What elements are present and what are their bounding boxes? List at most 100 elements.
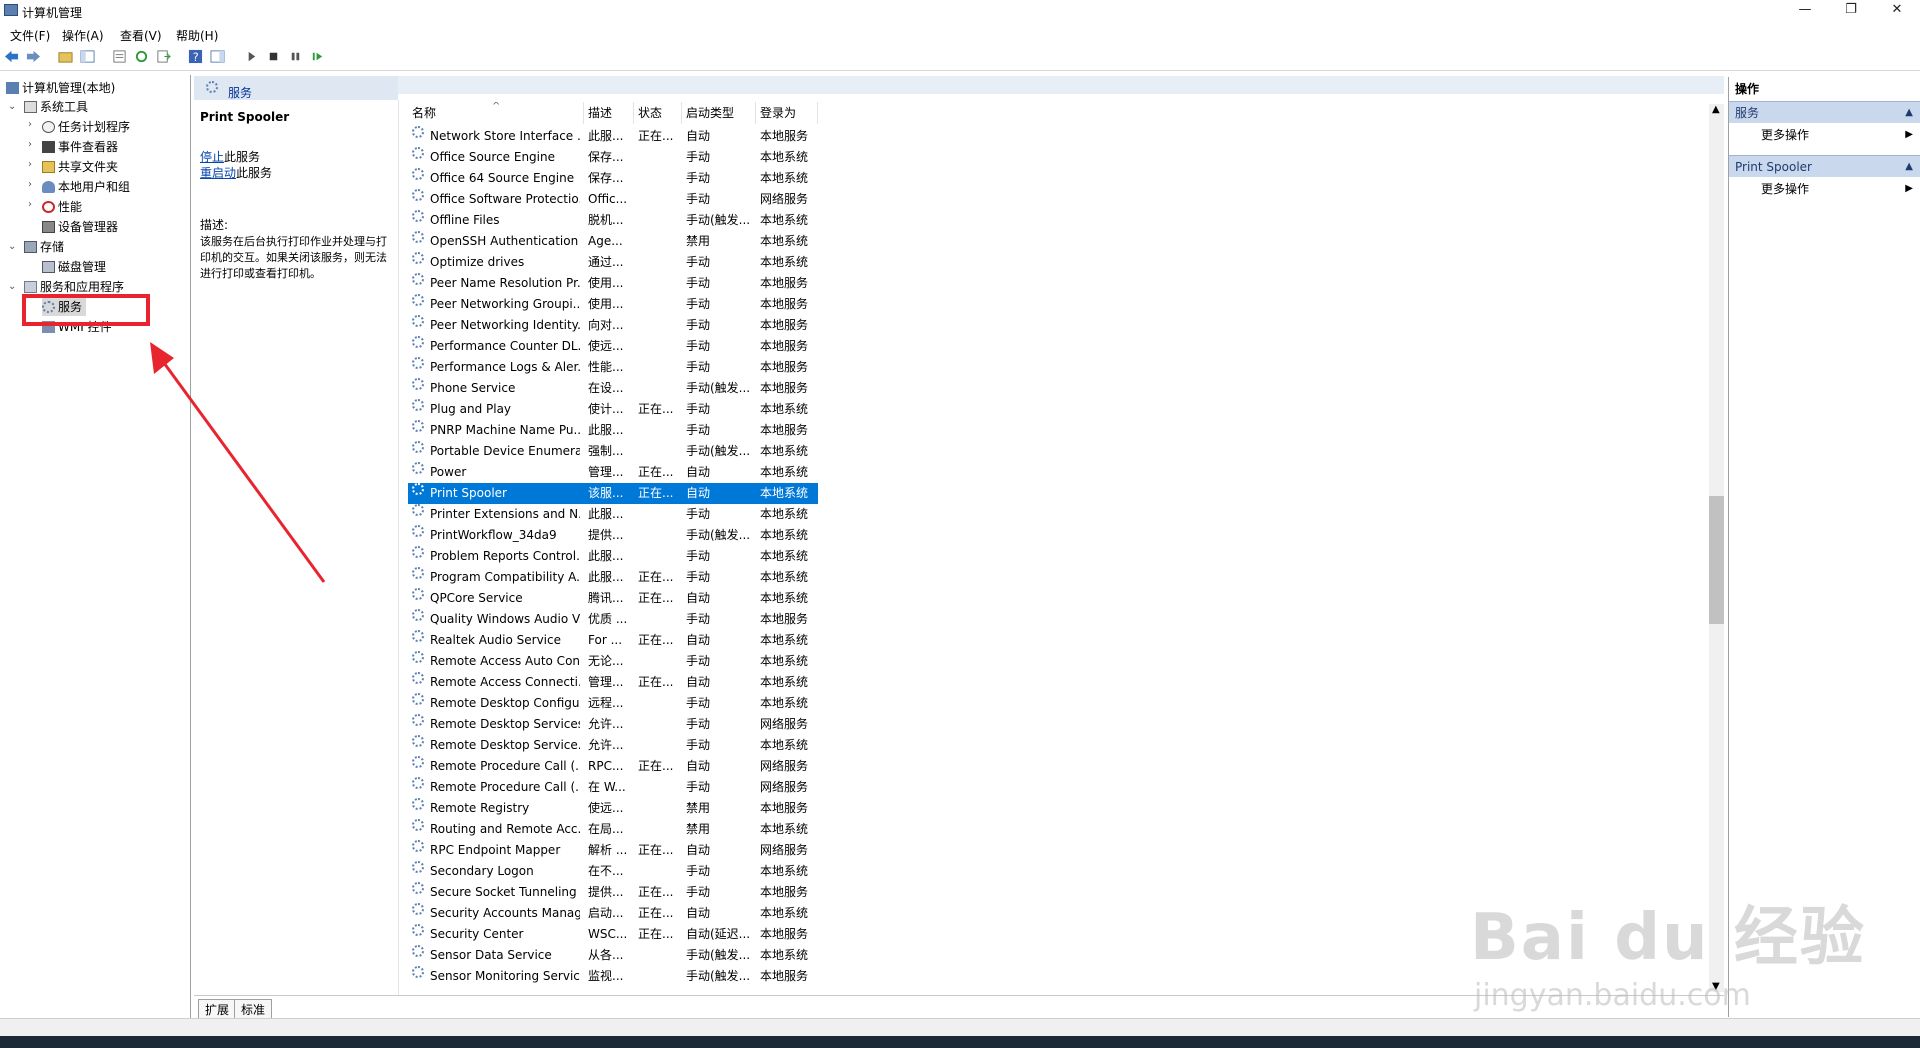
action-more-actions-print-spooler[interactable]: 更多操作 ▶ bbox=[1761, 179, 1913, 199]
close-button[interactable]: ✕ bbox=[1874, 0, 1920, 22]
up-folder-icon[interactable] bbox=[58, 49, 73, 64]
menu-help[interactable]: 帮助(H) bbox=[176, 27, 218, 44]
table-row[interactable]: Routing and Remote Acc... 在局... 禁用 本地系统 bbox=[408, 819, 818, 840]
stop-service-link[interactable]: 停止 bbox=[200, 150, 224, 164]
table-row[interactable]: OpenSSH Authentication ... Age... 禁用 本地系统 bbox=[408, 231, 818, 252]
actions-section-services[interactable]: 服务 ▲ bbox=[1729, 101, 1920, 123]
table-row[interactable]: Printer Extensions and N... 此服... 手动 本地系统 bbox=[408, 504, 818, 525]
expand-chevron-icon[interactable]: › bbox=[28, 159, 32, 170]
column-header-name[interactable]: 名称 ^ bbox=[408, 102, 584, 124]
expand-chevron-icon[interactable]: › bbox=[28, 179, 32, 190]
table-row[interactable]: Remote Desktop Configu... 远程... 手动 本地系统 bbox=[408, 693, 818, 714]
tree-item-shared-folders[interactable]: 共享文件夹 bbox=[42, 158, 118, 176]
tree-item-label: 本地用户和组 bbox=[58, 180, 131, 194]
menu-view[interactable]: 查看(V) bbox=[120, 27, 162, 44]
table-row[interactable]: Performance Logs & Aler... 性能... 手动 本地服务 bbox=[408, 357, 818, 378]
table-row[interactable]: Sensor Data Service 从各... 手动(触发... 本地系统 bbox=[408, 945, 818, 966]
back-arrow-icon[interactable] bbox=[4, 49, 19, 64]
table-row[interactable]: Sensor Monitoring Service 监视... 手动(触发... 本地… bbox=[408, 966, 818, 987]
expand-chevron-icon[interactable]: › bbox=[28, 139, 32, 150]
expand-chevron-icon[interactable]: › bbox=[28, 119, 32, 130]
column-header-log-on-as[interactable]: 登录为 bbox=[756, 102, 818, 124]
action-more-actions-services[interactable]: 更多操作 ▶ bbox=[1761, 125, 1913, 145]
collapse-chevron-icon[interactable]: ⌄ bbox=[8, 241, 16, 252]
table-row[interactable]: RPC Endpoint Mapper 解析 ... 正在... 自动 网络服务 bbox=[408, 840, 818, 861]
column-header-description[interactable]: 描述 bbox=[584, 102, 634, 124]
table-row[interactable]: Security Accounts Manag... 启动... 正在... 自动 本地… bbox=[408, 903, 818, 924]
table-row[interactable]: Remote Procedure Call (... RPC... 正在... 自动 网… bbox=[408, 756, 818, 777]
table-row[interactable]: Peer Name Resolution Pr... 使用... 手动 本地服务 bbox=[408, 273, 818, 294]
table-row[interactable]: Remote Registry 使远... 禁用 本地服务 bbox=[408, 798, 818, 819]
table-row[interactable]: Realtek Audio Service For ... 正在... 自动 本地系统 bbox=[408, 630, 818, 651]
maximize-button[interactable]: ❐ bbox=[1828, 0, 1874, 22]
table-cell: Remote Procedure Call (... bbox=[430, 780, 580, 794]
menu-file[interactable]: 文件(F) bbox=[10, 27, 50, 44]
pause-service-icon[interactable] bbox=[288, 49, 303, 64]
show-hide-tree-icon[interactable] bbox=[80, 49, 95, 64]
table-row[interactable]: Remote Access Auto Con... 无论... 手动 本地系统 bbox=[408, 651, 818, 672]
tree-item-task-scheduler[interactable]: 任务计划程序 bbox=[42, 118, 130, 136]
forward-arrow-icon[interactable] bbox=[26, 49, 41, 64]
column-header-startup-type[interactable]: 启动类型 bbox=[682, 102, 756, 124]
table-row[interactable]: Peer Networking Identity... 向对... 手动 本地服务 bbox=[408, 315, 818, 336]
start-service-icon[interactable] bbox=[244, 49, 259, 64]
table-row[interactable]: Quality Windows Audio V... 优质 ... 手动 本地服务 bbox=[408, 609, 818, 630]
scroll-up-icon[interactable]: ▲ bbox=[1712, 104, 1720, 115]
tree-item-disk-management[interactable]: 磁盘管理 bbox=[42, 258, 106, 276]
properties-icon[interactable] bbox=[112, 49, 127, 64]
table-row[interactable]: Power 管理... 正在... 自动 本地系统 bbox=[408, 462, 818, 483]
tree-item-event-viewer[interactable]: 事件查看器 bbox=[42, 138, 118, 156]
expand-chevron-icon[interactable]: › bbox=[28, 199, 32, 210]
table-row[interactable]: Phone Service 在设... 手动(触发... 本地服务 bbox=[408, 378, 818, 399]
table-row[interactable]: Security Center WSC... 正在... 自动(延迟... 本地服务 bbox=[408, 924, 818, 945]
table-row[interactable]: Program Compatibility A... 此服... 正在... 手动 本地… bbox=[408, 567, 818, 588]
minimize-button[interactable]: — bbox=[1782, 0, 1828, 22]
table-row[interactable]: Offline Files 脱机... 手动(触发... 本地系统 bbox=[408, 210, 818, 231]
restart-service-link[interactable]: 重启动 bbox=[200, 166, 236, 180]
tree-item-local-users-groups[interactable]: 本地用户和组 bbox=[42, 178, 130, 196]
table-row[interactable]: Optimize drives 通过... 手动 本地系统 bbox=[408, 252, 818, 273]
table-row[interactable]: QPCore Service 腾讯... 正在... 自动 本地系统 bbox=[408, 588, 818, 609]
table-row[interactable]: Secure Socket Tunneling ... 提供... 正在... 手动 本… bbox=[408, 882, 818, 903]
table-row[interactable]: Performance Counter DL... 使远... 手动 本地服务 bbox=[408, 336, 818, 357]
export-icon[interactable] bbox=[156, 49, 171, 64]
tree-item-device-manager[interactable]: 设备管理器 bbox=[42, 218, 118, 236]
show-hide-action-pane-icon[interactable] bbox=[210, 49, 225, 64]
table-row[interactable]: Secondary Logon 在不... 手动 本地系统 bbox=[408, 861, 818, 882]
help-icon[interactable]: ? bbox=[188, 49, 203, 64]
tree-item-system-tools[interactable]: 系统工具 bbox=[24, 98, 88, 116]
table-row[interactable]: PrintWorkflow_34da9 提供... 手动(触发... 本地系统 bbox=[408, 525, 818, 546]
actions-section-print-spooler[interactable]: Print Spooler ▲ bbox=[1729, 155, 1920, 177]
table-row[interactable]: Remote Desktop Services 允许... 手动 网络服务 bbox=[408, 714, 818, 735]
table-cell: 手动 bbox=[686, 738, 711, 752]
table-row[interactable]: Remote Procedure Call (... 在 W... 手动 网络服务 bbox=[408, 777, 818, 798]
table-row[interactable]: Office Software Protectio... Offic... 手动 网络… bbox=[408, 189, 818, 210]
tree-item-label: 系统工具 bbox=[40, 100, 89, 114]
tab-standard[interactable]: 标准 bbox=[234, 999, 273, 1020]
table-row[interactable]: Print Spooler 该服... 正在... 自动 本地系统 bbox=[408, 483, 818, 504]
table-row[interactable]: Remote Desktop Service... 允许... 手动 本地系统 bbox=[408, 735, 818, 756]
table-cell: 本地系统 bbox=[760, 465, 809, 479]
table-row[interactable]: Peer Networking Groupi... 使用... 手动 本地服务 bbox=[408, 294, 818, 315]
table-row[interactable]: Problem Reports Control... 此服... 手动 本地系统 bbox=[408, 546, 818, 567]
table-row[interactable]: Office Source Engine 保存... 手动 本地系统 bbox=[408, 147, 818, 168]
gear-icon bbox=[206, 81, 218, 93]
refresh-icon[interactable] bbox=[134, 49, 149, 64]
table-row[interactable]: Portable Device Enumera... 强制... 手动(触发... 本… bbox=[408, 441, 818, 462]
tree-item-storage[interactable]: 存储 bbox=[24, 238, 64, 256]
collapse-chevron-icon[interactable]: ⌄ bbox=[8, 101, 16, 112]
column-header-status[interactable]: 状态 bbox=[634, 102, 682, 124]
table-row[interactable]: Network Store Interface ... 此服... 正在... 自动 本… bbox=[408, 126, 818, 147]
table-row[interactable]: Office 64 Source Engine 保存... 手动 本地系统 bbox=[408, 168, 818, 189]
menu-action[interactable]: 操作(A) bbox=[62, 27, 104, 44]
restart-service-icon[interactable] bbox=[310, 49, 325, 64]
table-row[interactable]: Remote Access Connecti... 管理... 正在... 自动 本地系… bbox=[408, 672, 818, 693]
tree-item-performance[interactable]: 性能 bbox=[42, 198, 82, 216]
tab-extended[interactable]: 扩展 bbox=[198, 999, 237, 1020]
stop-service-icon[interactable] bbox=[266, 49, 281, 64]
table-row[interactable]: Plug and Play 使计... 正在... 手动 本地系统 bbox=[408, 399, 818, 420]
scrollbar-thumb[interactable] bbox=[1709, 496, 1724, 624]
collapse-chevron-icon[interactable]: ⌄ bbox=[8, 281, 16, 292]
table-row[interactable]: PNRP Machine Name Pu... 此服... 手动 本地服务 bbox=[408, 420, 818, 441]
tree-item-computer-management[interactable]: 计算机管理(本地) bbox=[6, 79, 115, 97]
